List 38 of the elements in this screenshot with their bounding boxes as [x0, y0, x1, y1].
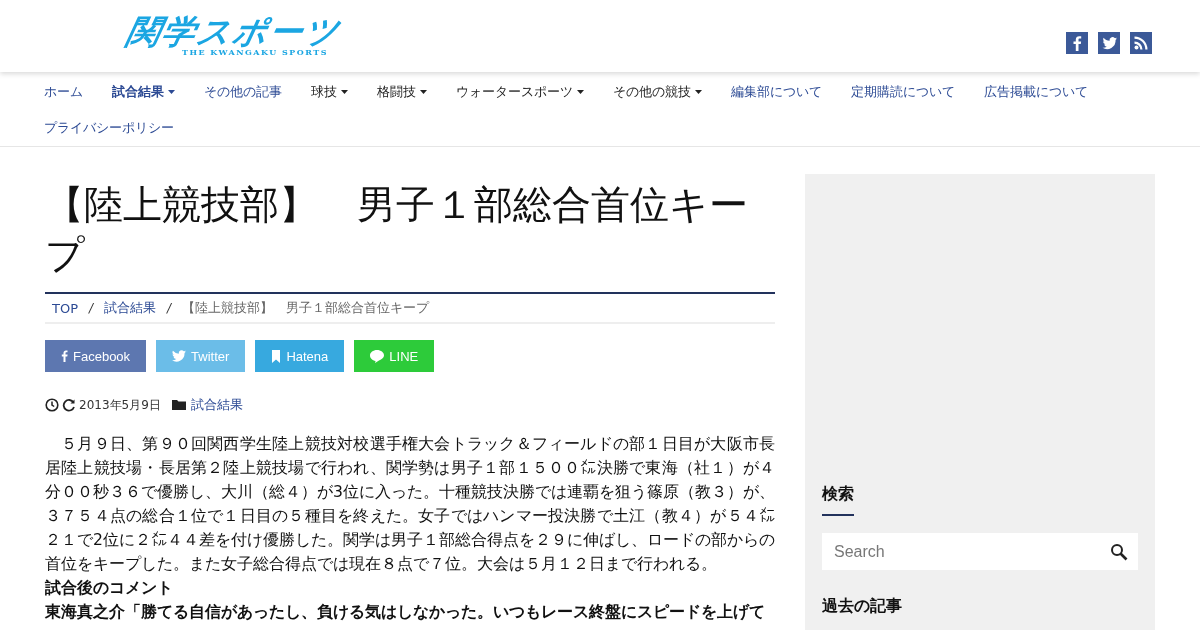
- nav-link[interactable]: その他の記事: [189, 74, 296, 110]
- logo-subtitle: THE KWANGAKU SPORTS: [181, 47, 328, 57]
- facebook-icon: [61, 350, 68, 362]
- category-link[interactable]: 試合結果: [190, 396, 243, 414]
- comment-heading: 試合後のコメント: [45, 578, 174, 599]
- comment-text: 東海真之介「勝てる自信があったし、負ける気はしなかった。いつもレース終盤にスピードを上げて: [45, 602, 766, 623]
- bird-icon: [172, 350, 187, 362]
- nav-link[interactable]: その他の競技: [598, 74, 716, 110]
- nav-link[interactable]: 編集部について: [716, 74, 836, 110]
- clock-icon: [45, 398, 59, 412]
- article-paragraph: ５月９日、第９０回関西学生陸上競技対校選手権大会トラック＆フィールドの部１日目が大阪市長居陸上競技場・長居第２陸上競技場で行われ、関学勢は男子１部１５００㍍決勝で東海（社１）が４分００秒３６で優勝し、大川（総４）が3位に入った。十種競技決勝では連覇を狙う篠原（教３）が、３７５４点の総合１位で１日目の５種目を終えた。女子ではハンマー投決勝で土江（教４）が５４㍍２１で2位に２㍍４４差を付け優勝した。関学は男子１部総合得点を２９に伸ばし、ロードの部からの首位をキープした。また女子総合得点では現在８点で７位。大会は５月１２日まで行われる。: [45, 434, 775, 575]
- refresh-icon: [62, 398, 76, 412]
- breadcrumb-current: 【陸上競技部】 男子１部総合首位キープ: [182, 299, 430, 317]
- sidebar-heading: 過去の記事: [822, 596, 902, 617]
- nav-link[interactable]: 定期購読について: [836, 74, 969, 110]
- bookmark-icon: [271, 349, 282, 363]
- search-icon[interactable]: [1110, 543, 1128, 561]
- breadcrumb-separator: /: [89, 301, 94, 315]
- nav-link[interactable]: 格闘技: [362, 74, 441, 110]
- nav-link[interactable]: プライバシーポリシー: [29, 110, 188, 146]
- post-date: 2013年5月9日: [79, 396, 161, 414]
- nav-link[interactable]: 球技: [296, 74, 362, 110]
- sidebar-heading: 検索: [822, 484, 854, 505]
- nav-link[interactable]: 試合結果: [97, 74, 189, 110]
- breadcrumb-separator: /: [167, 301, 172, 315]
- bird-icon[interactable]: [1098, 32, 1120, 54]
- nav-link[interactable]: ウォータースポーツ: [441, 74, 598, 110]
- rss-icon[interactable]: [1130, 32, 1152, 54]
- breadcrumb-link[interactable]: 試合結果: [104, 299, 157, 317]
- article-title: 【陸上競技部】 男子１部総合首位キープ: [45, 181, 749, 279]
- share-button[interactable]: Facebook: [45, 340, 147, 372]
- speech-bubble-icon: [370, 349, 385, 363]
- facebook-icon[interactable]: [1066, 32, 1088, 54]
- nav-link[interactable]: ホーム: [29, 74, 97, 110]
- nav-link[interactable]: 広告掲載について: [969, 74, 1102, 110]
- breadcrumb-link[interactable]: TOP: [52, 300, 78, 316]
- search-field[interactable]: Search: [822, 533, 1138, 570]
- folder-icon: [171, 398, 186, 412]
